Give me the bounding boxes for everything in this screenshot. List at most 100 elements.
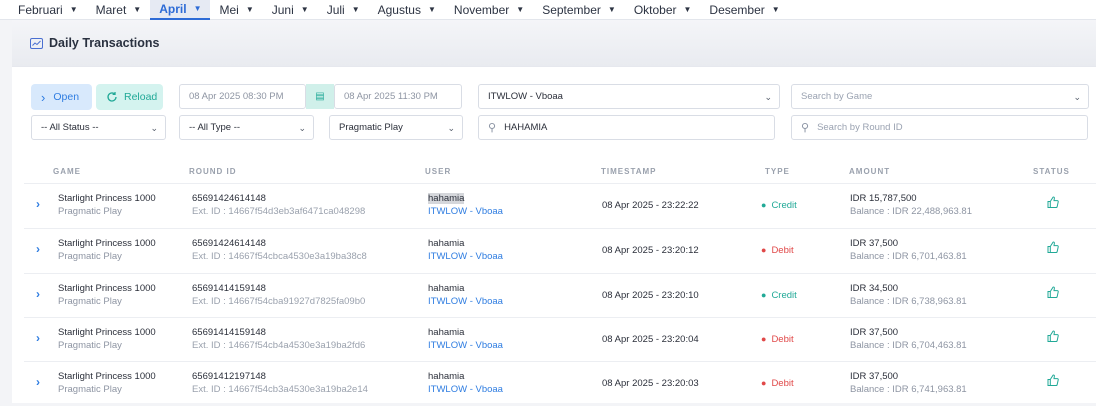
expand-chevron-icon[interactable]: › — [36, 197, 40, 211]
caret-down-icon: ▼ — [133, 5, 142, 14]
chevron-down-icon: ⌄ — [150, 123, 158, 133]
search-icon: ⚲ — [488, 122, 497, 134]
balance: Balance : IDR 6,704,463.81 — [850, 340, 967, 351]
calendar-icon: ▤ — [306, 84, 334, 109]
username: hahamia — [428, 238, 465, 249]
table-row[interactable]: › Starlight Princess 1000 Pragmatic Play… — [24, 273, 1096, 318]
expand-chevron-icon[interactable]: › — [36, 287, 40, 301]
status-select-value: -- All Status -- — [41, 122, 99, 133]
status-dot-icon: ● — [761, 334, 767, 344]
col-header-status: STATUS — [1033, 167, 1070, 176]
round-id: 65691414159148 — [192, 283, 266, 294]
table-header: GAME ROUND ID USER TIMESTAMP TYPE AMOUNT… — [12, 163, 1096, 181]
balance: Balance : IDR 6,738,963.81 — [850, 296, 967, 307]
game-name: Starlight Princess 1000 — [58, 238, 156, 249]
agent-link[interactable]: ITWLOW - Vboaa — [428, 206, 503, 217]
tab-month[interactable]: Juni ▼ — [263, 0, 318, 20]
agent-link[interactable]: ITWLOW - Vboaa — [428, 296, 503, 307]
amount: IDR 15,787,500 — [850, 193, 917, 204]
page-header: Daily Transactions — [12, 20, 1096, 66]
status-select[interactable]: -- All Status -- ⌄ — [31, 115, 166, 140]
user-search-input[interactable]: ⚲ HAHAMIA — [478, 115, 775, 140]
expand-chevron-icon[interactable]: › — [36, 331, 40, 345]
caret-down-icon: ▼ — [69, 5, 78, 14]
balance: Balance : IDR 6,701,463.81 — [850, 251, 967, 262]
caret-down-icon: ▼ — [351, 5, 360, 14]
col-header-round-id: ROUND ID — [189, 167, 237, 176]
agent-link[interactable]: ITWLOW - Vboaa — [428, 340, 503, 351]
reload-button[interactable]: Reload — [96, 84, 163, 110]
game-provider: Pragmatic Play — [58, 384, 122, 395]
chevron-down-icon: ⌄ — [447, 123, 455, 133]
thumbs-up-icon — [1047, 330, 1059, 342]
col-header-game: GAME — [53, 167, 81, 176]
tab-month[interactable]: Mei ▼ — [210, 0, 262, 20]
col-header-timestamp: TIMESTAMP — [601, 167, 657, 176]
caret-down-icon: ▼ — [516, 5, 525, 14]
reload-icon — [107, 92, 117, 102]
timestamp: 08 Apr 2025 - 23:20:04 — [602, 334, 699, 345]
table-row[interactable]: › Starlight Princess 1000 Pragmatic Play… — [24, 228, 1096, 273]
agent-link[interactable]: ITWLOW - Vboaa — [428, 251, 503, 262]
caret-down-icon: ▼ — [607, 5, 616, 14]
date-from-input[interactable]: 08 Apr 2025 08:30 PM — [179, 84, 306, 109]
tab-month-label: November — [453, 2, 510, 17]
tab-month[interactable]: Maret ▼ — [87, 0, 151, 20]
agent-link[interactable]: ITWLOW - Vboaa — [428, 384, 503, 395]
col-header-amount: AMOUNT — [849, 167, 891, 176]
status-dot-icon: ● — [761, 378, 767, 388]
open-button[interactable]: › Open — [31, 84, 92, 110]
month-tabs: Februari ▼ Maret ▼ April ▼ Mei ▼ Juni ▼ Juli ▼… — [0, 0, 1096, 20]
tab-month[interactable]: Juli ▼ — [318, 0, 369, 20]
tab-month[interactable]: Februari ▼ — [0, 0, 87, 20]
amount: IDR 37,500 — [850, 371, 899, 382]
round-id: 65691424614148 — [192, 193, 266, 204]
chevron-down-icon: ⌄ — [1073, 92, 1081, 102]
timestamp: 08 Apr 2025 - 23:20:12 — [602, 245, 699, 256]
caret-down-icon: ▼ — [427, 5, 436, 14]
tab-month[interactable]: September ▼ — [533, 0, 625, 20]
game-provider: Pragmatic Play — [58, 296, 122, 307]
tab-month-label: Agustus — [377, 2, 421, 17]
agent-select[interactable]: ITWLOW - Vboaa ⌄ — [478, 84, 780, 109]
table-row[interactable]: › Starlight Princess 1000 Pragmatic Play… — [24, 183, 1096, 228]
chevron-down-icon: ⌄ — [764, 92, 772, 102]
tab-month[interactable]: Oktober ▼ — [625, 0, 701, 20]
date-to-input[interactable]: 08 Apr 2025 11:30 PM — [334, 84, 462, 109]
col-header-user: USER — [425, 167, 452, 176]
table-row[interactable]: › Starlight Princess 1000 Pragmatic Play… — [24, 317, 1096, 362]
ext-id: Ext. ID : 14667f54cb4a4530e3a19ba2fd6 — [192, 340, 366, 351]
tab-month-active[interactable]: April ▼ — [150, 0, 211, 20]
amount: IDR 34,500 — [850, 283, 899, 294]
timestamp: 08 Apr 2025 - 23:20:10 — [602, 290, 699, 301]
tab-month[interactable]: November ▼ — [445, 0, 533, 20]
agent-select-value: ITWLOW - Vboaa — [488, 91, 563, 102]
game-name: Starlight Princess 1000 — [58, 327, 156, 338]
type-badge: ● Debit — [761, 334, 794, 345]
caret-down-icon: ▼ — [771, 5, 780, 14]
thumbs-up-icon — [1047, 241, 1059, 253]
user-search-value: HAHAMIA — [504, 122, 548, 133]
tab-month-label: Desember — [709, 2, 765, 17]
search-icon: ⚲ — [801, 122, 810, 134]
type-select-value: -- All Type -- — [189, 122, 241, 133]
expand-chevron-icon[interactable]: › — [36, 242, 40, 256]
provider-select[interactable]: Pragmatic Play ⌄ — [329, 115, 463, 140]
type-select[interactable]: -- All Type -- ⌄ — [179, 115, 314, 140]
username: hahamia — [428, 283, 465, 294]
amount: IDR 37,500 — [850, 327, 899, 338]
ext-id: Ext. ID : 14667f54cbca4530e3a19ba38c8 — [192, 251, 367, 262]
game-search-select[interactable]: Search by Game ⌄ — [791, 84, 1089, 109]
round-id-search-input[interactable]: ⚲ Search by Round ID — [791, 115, 1088, 140]
round-id: 65691412197148 — [192, 371, 266, 382]
username: hahamia — [428, 327, 465, 338]
round-id: 65691424614148 — [192, 238, 266, 249]
expand-chevron-icon[interactable]: › — [36, 375, 40, 389]
balance: Balance : IDR 6,741,963.81 — [850, 384, 967, 395]
table-row[interactable]: › Starlight Princess 1000 Pragmatic Play… — [24, 361, 1096, 406]
type-label: Debit — [771, 378, 794, 389]
type-badge: ● Credit — [761, 200, 797, 211]
tab-month[interactable]: Desember ▼ — [700, 0, 788, 20]
status-dot-icon: ● — [761, 290, 767, 300]
tab-month[interactable]: Agustus ▼ — [369, 0, 445, 20]
